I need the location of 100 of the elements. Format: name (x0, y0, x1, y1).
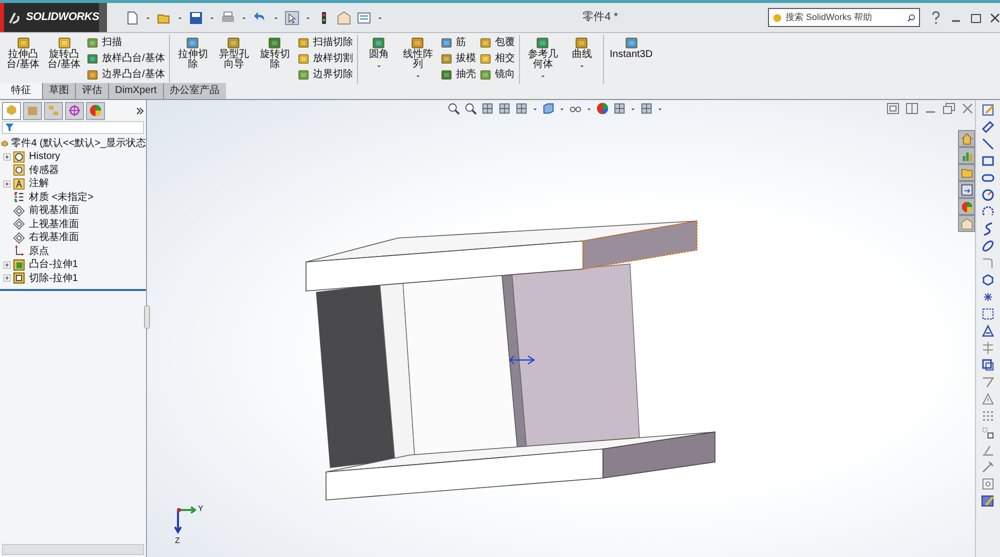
ribbon-button[interactable]: 边界凸台/基体 (86, 67, 165, 81)
ribbon-button[interactable]: 筋 (440, 35, 476, 49)
search-field[interactable]: 搜索 SolidWorks 帮助 (768, 8, 920, 27)
tree-item[interactable]: 右视基准面 (29, 230, 79, 246)
search-input[interactable]: 搜索 SolidWorks 帮助 (786, 10, 902, 24)
options-icon[interactable] (356, 10, 371, 24)
linear-pattern-icon[interactable] (981, 409, 995, 423)
ribbon-button[interactable]: 放样凸台/基体 (86, 51, 165, 65)
ribbon-button[interactable]: 圆角 (362, 35, 396, 69)
ribbon-button[interactable]: 拉伸凸台/基体 (4, 35, 42, 70)
close-icon[interactable] (990, 12, 1000, 24)
tree-item[interactable]: 材质 <未指定> (29, 190, 94, 205)
crosshair-target-icon[interactable] (68, 104, 81, 117)
tree-item[interactable]: 切除-拉伸1 (29, 270, 78, 286)
expand-plus-icon[interactable] (3, 180, 11, 188)
graphics-viewport[interactable]: Y Z (147, 100, 975, 557)
expand-plus-icon[interactable] (3, 152, 11, 161)
search-icon[interactable] (906, 12, 915, 24)
split-view-icon[interactable] (887, 103, 899, 114)
ribbon-button[interactable]: 边界切除 (296, 67, 353, 81)
ribbon-tab[interactable]: 评估 (75, 83, 108, 99)
task-pane-tab[interactable] (958, 181, 975, 198)
caret-icon[interactable] (176, 14, 183, 20)
ribbon-button[interactable]: 参考几何体 (524, 35, 562, 79)
task-pane-tab[interactable] (958, 130, 975, 147)
circle-icon[interactable] (981, 188, 995, 202)
caret-icon[interactable] (630, 106, 636, 112)
caret-icon[interactable] (304, 14, 311, 20)
construction-geometry-icon[interactable] (981, 307, 995, 321)
zoom-to-fit-icon[interactable] (447, 102, 460, 115)
tree-item[interactable]: 凸台-拉伸1 (29, 257, 78, 272)
zoom-area-icon[interactable] (464, 102, 477, 115)
expand-plus-icon[interactable] (3, 274, 11, 282)
caret-icon[interactable] (540, 73, 546, 79)
caret-icon[interactable] (532, 106, 538, 112)
appearance-sphere-icon[interactable] (89, 104, 102, 117)
ribbon-tab[interactable]: 办公室产品 (162, 83, 226, 99)
ribbon-button[interactable]: 拉伸切除 (174, 35, 212, 70)
caret-icon[interactable] (657, 106, 663, 112)
caret-icon[interactable] (586, 106, 592, 112)
select-pointer-icon[interactable] (284, 10, 299, 24)
tree-root-label[interactable]: 零件4 (默认<<默认>_显示状态 (11, 136, 146, 150)
rapid-sketch-icon[interactable] (981, 494, 995, 508)
rectangle-icon[interactable] (981, 154, 995, 168)
ellipse-icon[interactable] (981, 239, 995, 253)
caret-icon[interactable] (559, 106, 565, 112)
maximize-icon[interactable] (970, 12, 982, 24)
ribbon-tab[interactable]: 草图 (42, 83, 75, 99)
caret-icon[interactable] (240, 14, 247, 20)
appearance-sphere-icon[interactable] (596, 102, 609, 115)
expand-plus-icon[interactable] (3, 260, 11, 269)
restore-icon[interactable] (943, 103, 955, 114)
caret-icon[interactable] (272, 14, 279, 20)
sketch-pencil-icon[interactable] (981, 103, 995, 117)
caret-icon[interactable] (376, 14, 383, 20)
horizontal-scrollbar[interactable] (2, 544, 144, 555)
spline-icon[interactable] (981, 222, 995, 236)
caret-icon[interactable] (208, 14, 215, 20)
logo-block[interactable]: SOLIDWORKS (0, 3, 100, 32)
ribbon-button[interactable]: 旋转凸台/基体 (45, 35, 83, 70)
ribbon-button[interactable]: 线性阵列 (398, 35, 437, 79)
toolbar-grip[interactable] (99, 3, 107, 32)
ribbon-button[interactable]: 包覆 (478, 35, 515, 49)
ribbon-button[interactable]: 拔模 (440, 51, 476, 65)
polygon-icon[interactable] (981, 273, 995, 287)
ribbon-button[interactable]: 抽壳 (440, 67, 476, 81)
new-document-icon[interactable] (124, 10, 139, 24)
line-icon[interactable] (981, 137, 995, 151)
ribbon-button[interactable]: 镜向 (478, 67, 515, 81)
ribbon-button[interactable]: 异型孔向导 (214, 35, 253, 70)
ribbon-button[interactable]: 扫描 (86, 35, 165, 49)
help-question-icon[interactable] (930, 10, 942, 24)
ribbon-button[interactable]: Instant3D (608, 35, 655, 60)
tree-item[interactable]: 注解 (29, 176, 49, 192)
caret-icon[interactable] (376, 63, 382, 69)
ribbon-button[interactable]: 放样切割 (296, 51, 353, 65)
display-style-cube-icon[interactable] (542, 102, 555, 115)
print-icon[interactable] (220, 10, 235, 24)
tree-item[interactable]: History (29, 149, 60, 164)
ribbon-button[interactable]: 扫描切除 (296, 35, 353, 49)
panel-collapse-handle[interactable] (144, 305, 150, 329)
caret-icon[interactable] (414, 73, 421, 79)
tree-item[interactable]: 传感器 (29, 162, 59, 178)
ribbon-tab[interactable]: DimXpert (108, 83, 163, 99)
point-icon[interactable] (981, 290, 995, 304)
ribbon-tab[interactable]: 特征 (0, 83, 42, 99)
ribbon-button[interactable]: 旋转切除 (256, 35, 294, 70)
part-model-drawing[interactable] (306, 220, 716, 500)
tree-item[interactable]: 原点 (29, 244, 49, 259)
ribbon-button[interactable]: 相交 (478, 51, 515, 65)
caret-icon[interactable] (578, 63, 585, 69)
ribbon-button[interactable]: 曲线 (564, 35, 599, 69)
expand-chevrons-icon[interactable] (136, 106, 144, 114)
tree-item[interactable]: 前视基准面 (29, 203, 79, 218)
tree-item[interactable]: 上视基准面 (29, 216, 79, 232)
offset-icon[interactable] (981, 358, 995, 372)
filter-field[interactable] (2, 121, 144, 134)
split-view-icon[interactable] (906, 103, 918, 114)
caret-icon[interactable] (144, 14, 151, 20)
save-icon[interactable] (188, 10, 203, 24)
